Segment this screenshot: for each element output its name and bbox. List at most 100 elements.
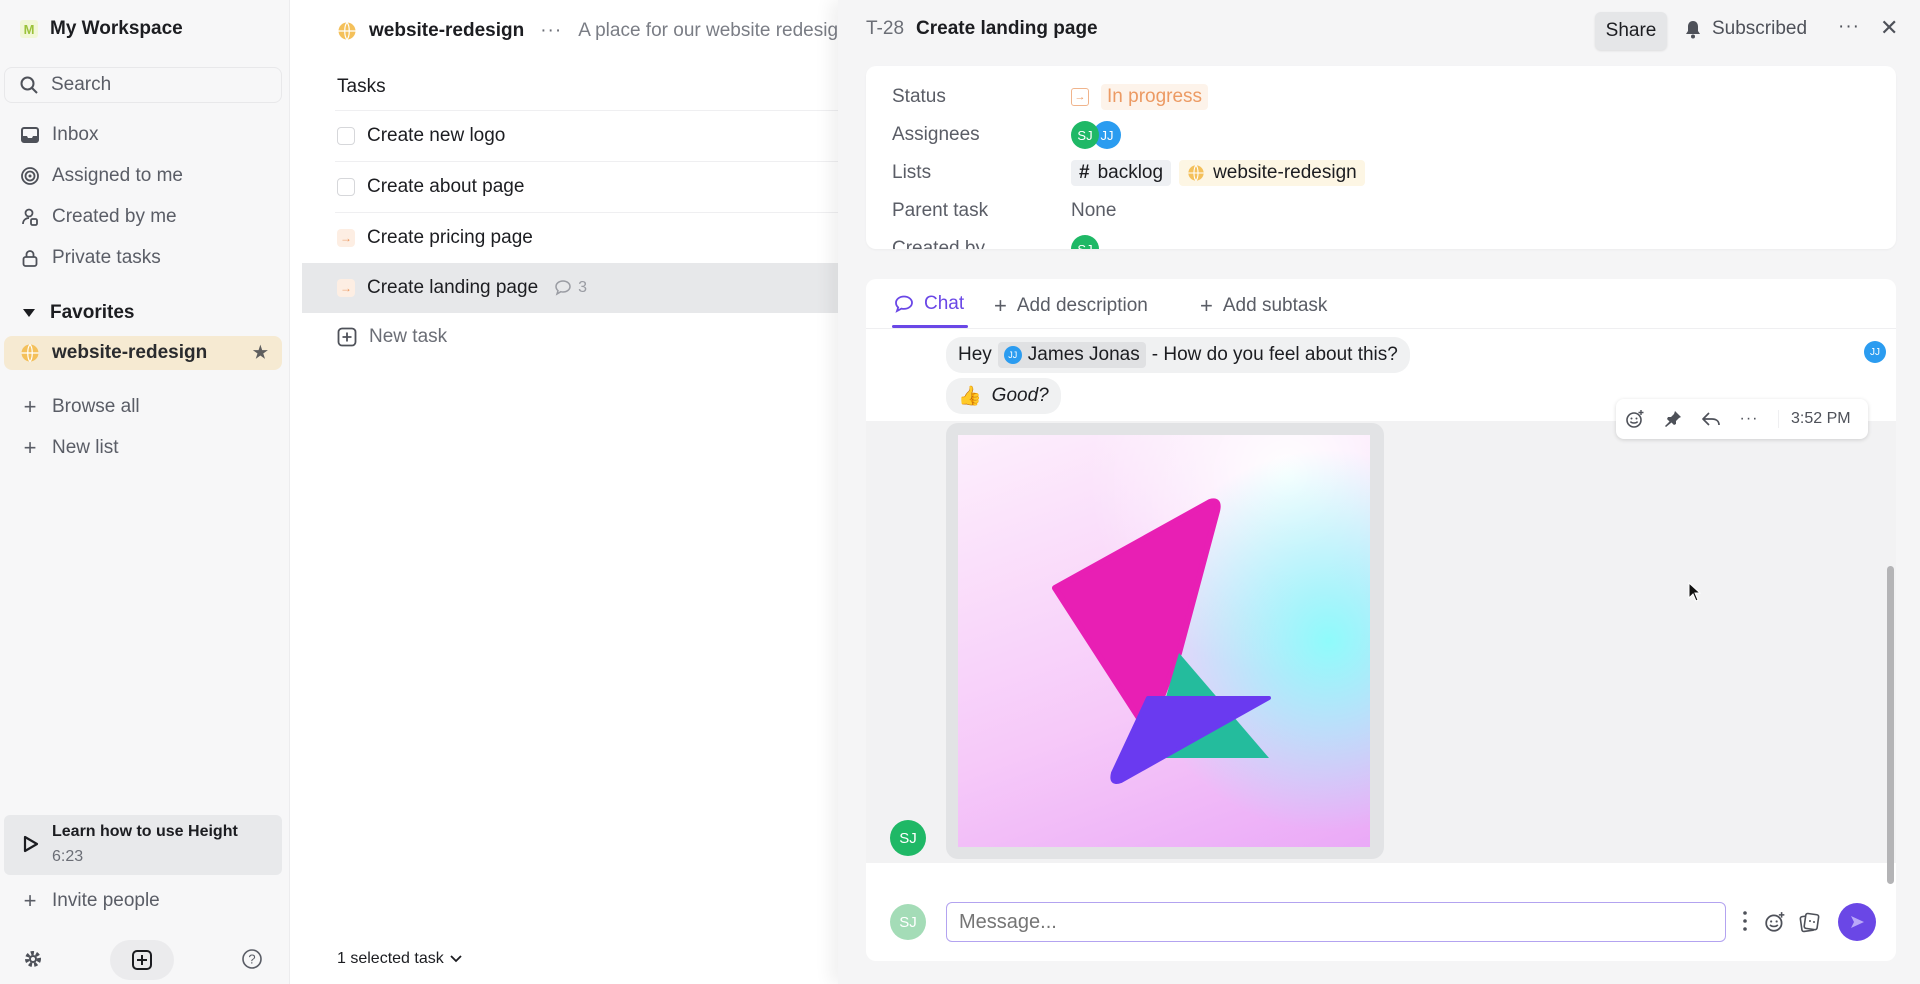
invite-people-button[interactable]: + Invite people [20, 888, 160, 914]
tasks-header: Tasks [337, 76, 386, 97]
create-task-button[interactable] [110, 940, 174, 980]
send-icon [1851, 916, 1864, 928]
list-name[interactable]: website-redesign [369, 20, 524, 42]
task-detail-panel: T-28 Create landing page Share Subscribe… [838, 0, 1920, 984]
chat-message[interactable]: Hey JJ James Jonas - How do you feel abo… [946, 337, 1410, 373]
chat-icon [895, 295, 913, 313]
send-button[interactable] [1838, 903, 1876, 941]
avatar: SJ [1071, 121, 1099, 149]
task-row[interactable]: Create new logo [335, 110, 840, 160]
search-label: Search [51, 74, 112, 95]
task-row[interactable]: Create about page [335, 161, 840, 211]
tab-add-description[interactable]: + Add description [994, 293, 1148, 319]
subscribe-button[interactable]: Subscribed [1684, 18, 1807, 40]
status-label: Status [892, 86, 946, 107]
reply-icon[interactable] [1692, 410, 1730, 428]
active-tab-indicator [892, 325, 968, 328]
selection-label: 1 selected task [337, 950, 444, 967]
lists-label: Lists [892, 162, 932, 183]
chat-scrollbar[interactable] [1887, 566, 1894, 884]
search-button[interactable]: Search [4, 67, 282, 103]
sidebar: M My Workspace Search Inbox Assigned to … [0, 0, 290, 984]
more-icon[interactable]: ··· [1730, 410, 1768, 428]
task-title[interactable]: Create landing page [916, 18, 1098, 40]
assignees-select[interactable]: SJ JJ [1071, 121, 1121, 149]
learn-title: Learn how to use Height [52, 823, 238, 840]
star-icon[interactable]: ★ [253, 343, 268, 363]
user-edit-icon [22, 208, 38, 226]
invite-label: Invite people [52, 890, 160, 911]
more-vertical-icon[interactable] [1742, 910, 1748, 937]
user-mention[interactable]: JJ James Jonas [997, 342, 1146, 368]
todo-status-icon[interactable] [337, 177, 355, 196]
list-chip-website-redesign[interactable]: website-redesign [1179, 160, 1365, 186]
lightning-logo-image [1052, 498, 1271, 784]
parent-label: Parent task [892, 200, 989, 221]
message-input[interactable] [946, 902, 1726, 942]
add-reaction-icon[interactable] [1616, 409, 1654, 429]
learn-video-card[interactable]: Learn how to use Height 6:23 [4, 815, 282, 875]
browse-all-button[interactable]: + Browse all [20, 394, 140, 420]
task-title: Create landing page [367, 277, 539, 298]
in-progress-icon[interactable]: → [337, 228, 355, 247]
gif-sticker-icon[interactable] [1798, 911, 1820, 938]
tab-add-subtask[interactable]: + Add subtask [1200, 293, 1327, 319]
task-title: Create new logo [367, 124, 506, 146]
parent-value[interactable]: None [1071, 200, 1116, 222]
close-icon[interactable]: ✕ [1880, 15, 1898, 41]
sidebar-item-website-redesign[interactable]: website-redesign ★ [4, 336, 282, 370]
new-task-button[interactable]: New task [337, 326, 447, 348]
sidebar-item-private[interactable]: Private tasks [20, 247, 161, 269]
favorites-toggle[interactable]: Favorites [22, 302, 134, 324]
workspace-avatar: M [20, 20, 38, 38]
new-list-label: New list [52, 437, 119, 458]
task-properties: Status → In progress Assignees SJ JJ Lis… [866, 66, 1896, 249]
hash-icon: # [1079, 162, 1090, 183]
sidebar-item-inbox[interactable]: Inbox [20, 124, 98, 146]
workspace-switcher[interactable]: M My Workspace [20, 18, 183, 40]
task-row[interactable]: → Create pricing page [335, 212, 840, 262]
sidebar-item-created[interactable]: Created by me [20, 206, 177, 228]
todo-status-icon[interactable] [337, 126, 355, 145]
more-icon[interactable]: ··· [1838, 16, 1860, 38]
sidebar-item-label: Created by me [52, 206, 177, 227]
in-progress-icon[interactable]: → [337, 279, 355, 297]
chat-message[interactable]: 👍 Good? [946, 378, 1061, 414]
list-description[interactable]: A place for our website redesign [578, 20, 848, 42]
status-select[interactable]: → In progress [1071, 84, 1209, 110]
message-timestamp: 3:52 PM [1778, 410, 1851, 428]
browse-all-label: Browse all [52, 396, 140, 417]
lists-value: # backlog website-redesign [1071, 160, 1365, 186]
help-icon[interactable]: ? [241, 948, 263, 970]
message-actions-toolbar: ··· 3:52 PM [1616, 399, 1868, 439]
task-row-selected[interactable]: → Create landing page 3 [302, 263, 840, 313]
sidebar-item-assigned[interactable]: Assigned to me [20, 165, 183, 187]
tab-chat[interactable]: Chat [894, 293, 964, 315]
lock-icon [22, 250, 38, 267]
new-list-button[interactable]: + New list [20, 435, 119, 461]
tabs-bar: Chat + Add description + Add subtask [866, 279, 1896, 329]
chat-section: Chat + Add description + Add subtask Hey… [866, 279, 1896, 961]
gear-icon[interactable] [22, 948, 44, 970]
plus-square-icon [132, 950, 152, 970]
plus-icon: + [23, 394, 37, 419]
emoji-icon[interactable] [1764, 911, 1786, 938]
image-attachment[interactable] [946, 423, 1384, 859]
in-progress-icon: → [1071, 88, 1089, 106]
attached-image[interactable] [958, 435, 1370, 847]
share-button[interactable]: Share [1595, 12, 1667, 50]
thumbs-up-emoji: 👍 [958, 386, 982, 407]
avatar: SJ [890, 904, 926, 940]
new-task-label: New task [369, 326, 448, 347]
pin-icon[interactable] [1654, 410, 1692, 428]
task-id: T-28 [866, 18, 905, 39]
globe-icon [338, 22, 356, 40]
sidebar-item-label: Inbox [52, 124, 99, 145]
selection-dropdown[interactable]: 1 selected task [337, 950, 462, 968]
search-icon [20, 76, 38, 94]
comment-count: 3 [554, 279, 587, 297]
sidebar-item-label: Private tasks [52, 247, 161, 268]
caret-down-icon [23, 309, 35, 317]
list-chip-backlog[interactable]: # backlog [1071, 160, 1172, 186]
more-icon[interactable]: ··· [540, 20, 562, 42]
